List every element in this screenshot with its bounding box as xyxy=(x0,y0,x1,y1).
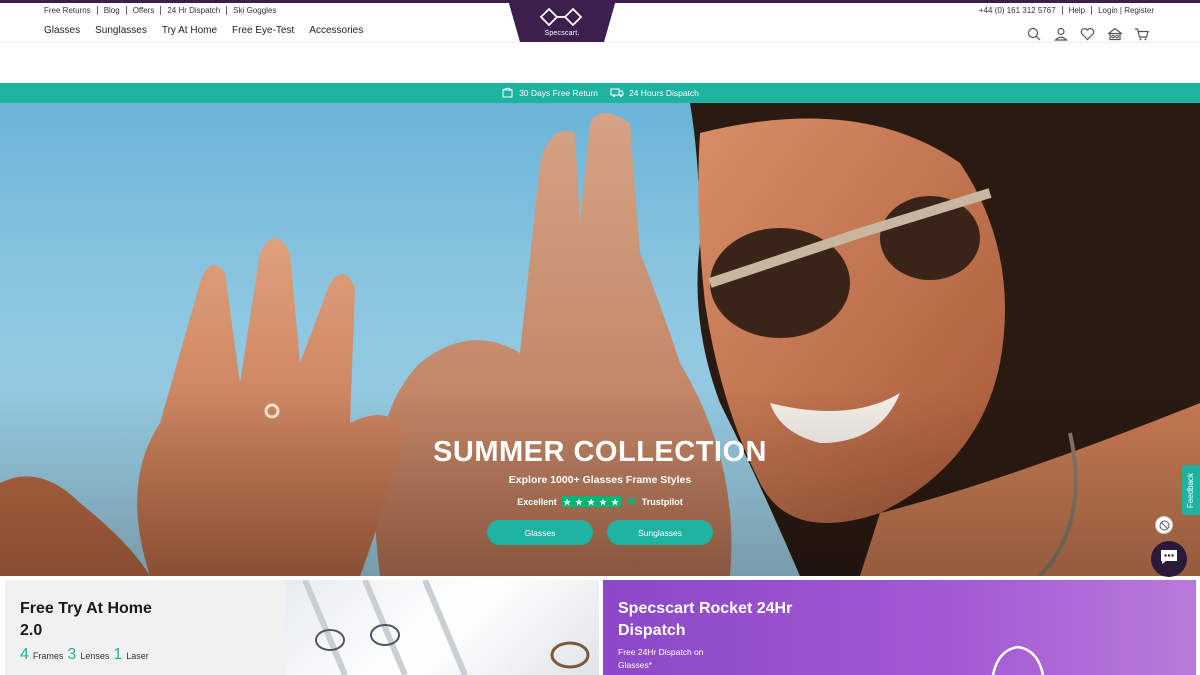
rocket-dispatch-card[interactable]: Specscart Rocket 24Hr Dispatch Free 24Hr… xyxy=(603,580,1196,675)
divider xyxy=(96,6,98,15)
nav-item-accessories[interactable]: Accessories xyxy=(309,25,363,36)
star-icon xyxy=(573,496,585,507)
try-at-home-stats: 4 Frames 3 Lenses 1 Laser xyxy=(20,646,149,664)
nav-item-free-eye-test[interactable]: Free Eye-Test xyxy=(232,25,294,36)
hero-title: SUMMER COLLECTION xyxy=(433,436,767,468)
try-at-home-icon[interactable] xyxy=(1106,25,1123,42)
contact-links: +44 (0) 161 312 5767 Help Login | Regist… xyxy=(979,6,1154,15)
util-link-blog[interactable]: Blog xyxy=(104,6,120,15)
divider xyxy=(1061,6,1063,15)
header-icons xyxy=(1025,25,1150,42)
return-box-icon xyxy=(501,86,514,100)
util-link-dispatch[interactable]: 24 Hr Dispatch xyxy=(167,6,220,15)
promo-bar: 30 Days Free Return 24 Hours Dispatch xyxy=(0,83,1200,103)
cart-icon[interactable] xyxy=(1133,25,1150,42)
shop-sunglasses-button[interactable]: Sunglasses xyxy=(607,520,713,545)
util-link-ski-goggles[interactable]: Ski Goggles xyxy=(233,6,276,15)
try-at-home-title: Free Try At Home 2.0 xyxy=(20,600,152,639)
wishlist-icon[interactable] xyxy=(1079,25,1096,42)
try-at-home-card[interactable]: Free Try At Home 2.0 4 Frames 3 Lenses 1… xyxy=(5,580,599,675)
utility-links: Free Returns Blog Offers 24 Hr Dispatch … xyxy=(44,6,276,15)
frames-label: Frames xyxy=(32,651,64,661)
lenses-count: 3 xyxy=(67,646,77,663)
rocket-dispatch-desc: Free 24Hr Dispatch on Glasses* xyxy=(618,647,704,670)
nav-item-try-at-home[interactable]: Try At Home xyxy=(162,25,217,36)
star-icon xyxy=(609,496,621,507)
nav-item-sunglasses[interactable]: Sunglasses xyxy=(95,25,147,36)
rating-stars xyxy=(561,496,621,507)
delivery-truck-icon xyxy=(610,87,624,100)
promo-item-dispatch[interactable]: 24 Hours Dispatch xyxy=(610,87,699,100)
promo-returns-text: 30 Days Free Return xyxy=(519,88,598,98)
star-icon xyxy=(597,496,609,507)
chat-widget-button[interactable] xyxy=(1151,541,1187,577)
brand-logo[interactable]: Specscart. xyxy=(508,0,616,42)
divider xyxy=(160,6,162,15)
lenses-label: Lenses xyxy=(80,651,110,661)
login-register-link[interactable]: Login | Register xyxy=(1098,6,1154,15)
account-icon[interactable] xyxy=(1052,25,1069,42)
feedback-label: Feedback xyxy=(1186,472,1196,508)
hero-banner[interactable]: SUMMER COLLECTION Explore 1000+ Glasses … xyxy=(0,103,1200,576)
util-link-free-returns[interactable]: Free Returns xyxy=(44,6,91,15)
rating-label: Excellent xyxy=(517,496,557,507)
star-icon xyxy=(561,496,573,507)
rocket-icon xyxy=(988,645,1048,675)
brand-name: Specscart. xyxy=(544,30,580,37)
main-nav: Glasses Sunglasses Try At Home Free Eye-… xyxy=(44,25,363,36)
promo-item-returns[interactable]: 30 Days Free Return xyxy=(501,86,598,100)
hero-buttons: Glasses Sunglasses xyxy=(0,520,1200,545)
hero-subtitle: Explore 1000+ Glasses Frame Styles xyxy=(508,474,692,486)
star-icon xyxy=(585,496,597,507)
promo-dispatch-text: 24 Hours Dispatch xyxy=(628,88,699,98)
frames-tray-image xyxy=(285,580,599,675)
laser-count: 1 xyxy=(113,646,123,663)
do-not-disturb-icon[interactable] xyxy=(1155,516,1173,534)
util-link-offers[interactable]: Offers xyxy=(133,6,155,15)
rating-source: Trustpilot xyxy=(641,496,683,507)
frames-count: 4 xyxy=(20,646,29,663)
divider xyxy=(125,6,127,15)
trustpilot-rating[interactable]: Excellent Trustpilot xyxy=(0,495,1200,508)
search-icon[interactable] xyxy=(1025,25,1042,42)
help-link[interactable]: Help xyxy=(1069,6,1085,15)
divider xyxy=(1091,6,1093,15)
trustpilot-logo-icon xyxy=(626,495,637,508)
phone-number[interactable]: +44 (0) 161 312 5767 xyxy=(979,6,1056,15)
laser-label: Laser xyxy=(126,651,149,661)
chat-bubble-icon xyxy=(1159,548,1179,571)
divider xyxy=(226,6,228,15)
shop-glasses-button[interactable]: Glasses xyxy=(487,520,593,545)
rocket-dispatch-title: Specscart Rocket 24Hr Dispatch xyxy=(618,600,793,639)
nav-item-glasses[interactable]: Glasses xyxy=(44,25,80,36)
feedback-tab[interactable]: Feedback xyxy=(1182,465,1200,515)
